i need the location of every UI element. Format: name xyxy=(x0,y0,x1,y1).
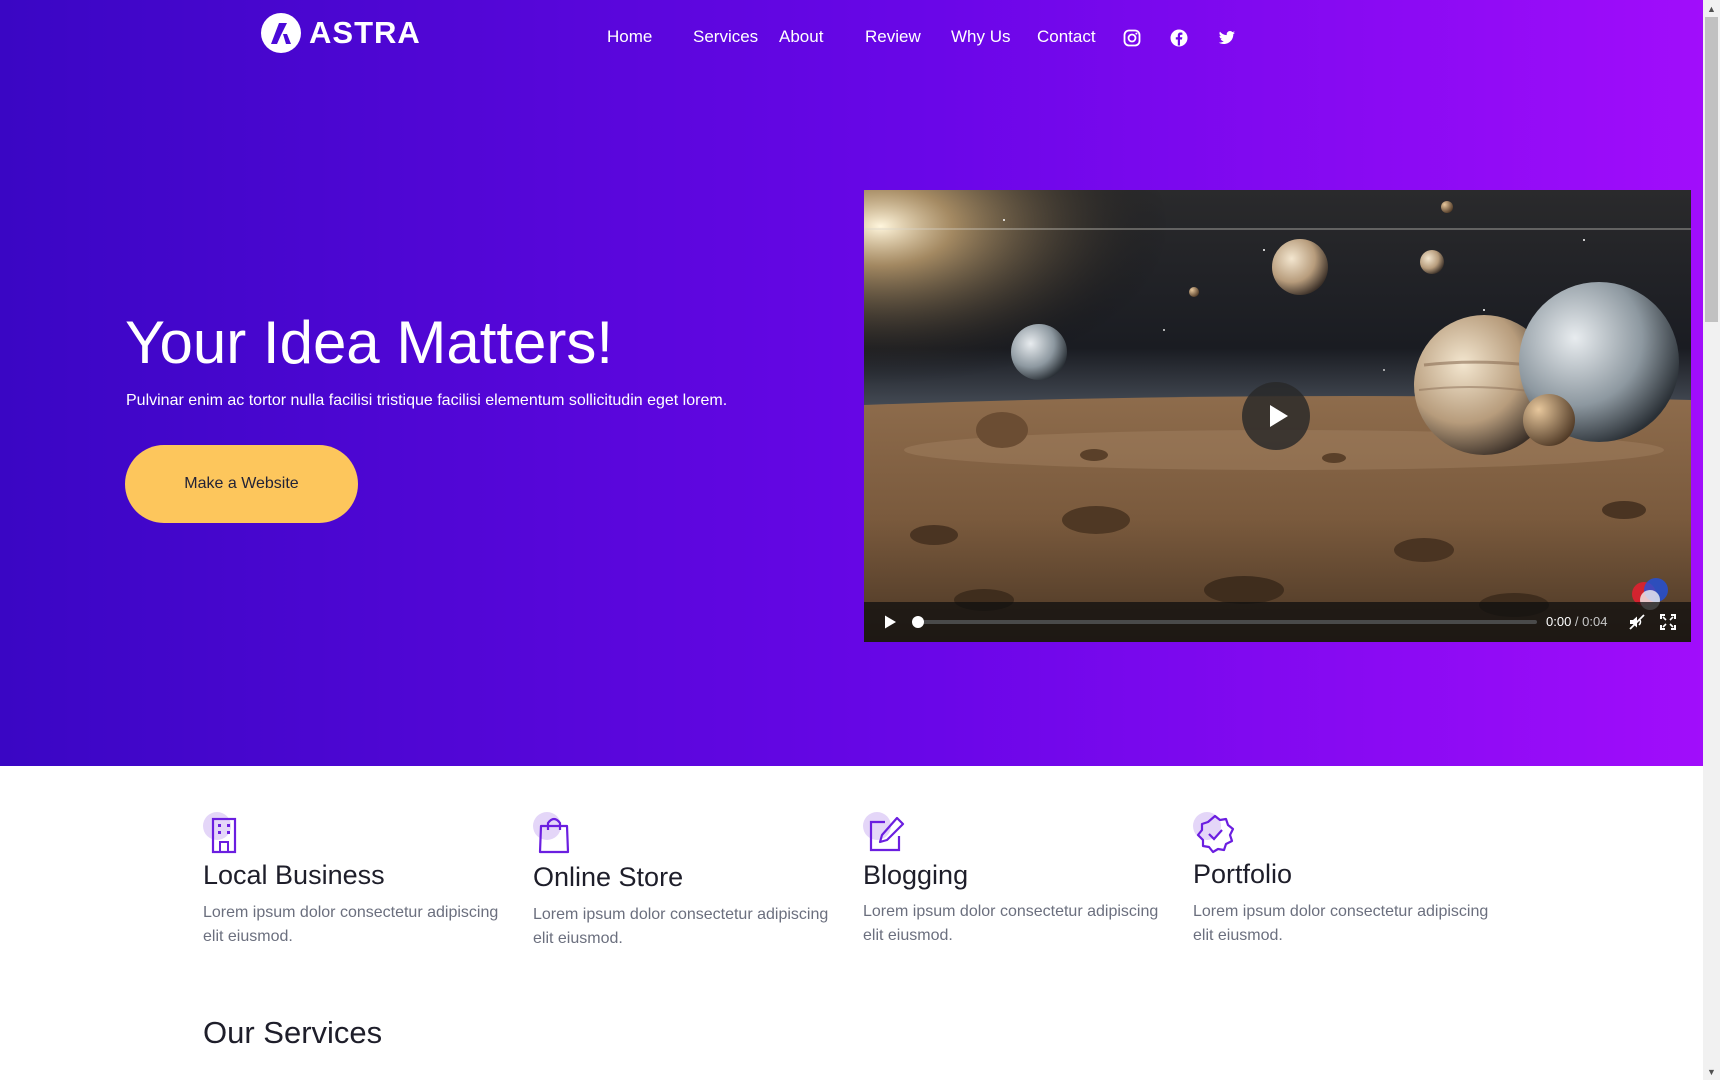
video-time-separator: / xyxy=(1571,614,1583,629)
make-website-button[interactable]: Make a Website xyxy=(125,445,358,523)
video-time: 0:00 / 0:04 xyxy=(1546,614,1607,629)
hero-section: ASTRA Home Services About Review Why Us … xyxy=(0,0,1703,766)
scrollbar-thumb[interactable] xyxy=(1705,17,1718,322)
video-duration: 0:04 xyxy=(1582,614,1608,629)
feature-title: Blogging xyxy=(863,860,969,890)
nav-item-home[interactable]: Home xyxy=(607,27,652,47)
badge-check-icon xyxy=(1193,812,1235,854)
shopping-bag-icon xyxy=(533,812,570,854)
video-current-time: 0:00 xyxy=(1546,614,1572,629)
nav-item-about[interactable]: About xyxy=(779,27,823,47)
feature-local-business: Local Business Lorem ipsum dolor consect… xyxy=(203,812,503,962)
feature-description: Lorem ipsum dolor consectetur adipiscing… xyxy=(533,906,829,947)
fullscreen-icon[interactable] xyxy=(1659,613,1677,631)
facebook-icon[interactable] xyxy=(1169,28,1189,48)
feature-description: Lorem ipsum dolor consectetur adipiscing… xyxy=(863,903,1159,944)
hero-subtitle: Pulvinar enim ac tortor nulla facilisi t… xyxy=(126,392,728,409)
edit-icon xyxy=(863,812,905,852)
site-logo[interactable]: ASTRA xyxy=(261,13,421,53)
feature-portfolio: Portfolio Lorem ipsum dolor consectetur … xyxy=(1193,812,1493,962)
feature-title: Online Store xyxy=(533,862,684,892)
building-icon xyxy=(203,812,237,854)
video-progress-knob[interactable] xyxy=(912,616,924,628)
muted-speaker-icon[interactable] xyxy=(1628,613,1646,631)
nav-item-review[interactable]: Review xyxy=(865,27,921,47)
scroll-up-arrow-icon[interactable]: ▲ xyxy=(1703,0,1720,17)
feature-description: Lorem ipsum dolor consectetur adipiscing… xyxy=(1193,903,1489,944)
feature-description: Lorem ipsum dolor consectetur adipiscing… xyxy=(203,904,499,945)
instagram-icon[interactable] xyxy=(1122,28,1142,48)
nav-item-services[interactable]: Services xyxy=(693,27,758,47)
astra-logo-icon xyxy=(261,13,301,53)
video-play-button[interactable] xyxy=(1242,382,1310,450)
nav-item-why-us[interactable]: Why Us xyxy=(951,27,1011,47)
page-scrollbar[interactable]: ▲ ▼ xyxy=(1703,0,1720,1080)
play-icon[interactable] xyxy=(882,614,898,630)
video-player[interactable]: 0:00 / 0:04 xyxy=(864,190,1691,642)
brand-name: ASTRA xyxy=(309,15,421,50)
services-heading: Our Services xyxy=(203,1015,383,1050)
feature-online-store: Online Store Lorem ipsum dolor consectet… xyxy=(533,812,833,962)
play-icon xyxy=(1270,405,1288,427)
feature-title: Local Business xyxy=(203,860,385,890)
hero-title: Your Idea Matters! xyxy=(125,309,614,376)
video-controls: 0:00 / 0:04 xyxy=(864,602,1691,642)
nav-item-contact[interactable]: Contact xyxy=(1037,27,1096,47)
scroll-down-arrow-icon[interactable]: ▼ xyxy=(1703,1063,1720,1080)
feature-blogging: Blogging Lorem ipsum dolor consectetur a… xyxy=(863,812,1163,962)
feature-title: Portfolio xyxy=(1193,859,1293,889)
twitter-icon[interactable] xyxy=(1217,28,1237,48)
video-progress-bar[interactable] xyxy=(912,616,1537,628)
